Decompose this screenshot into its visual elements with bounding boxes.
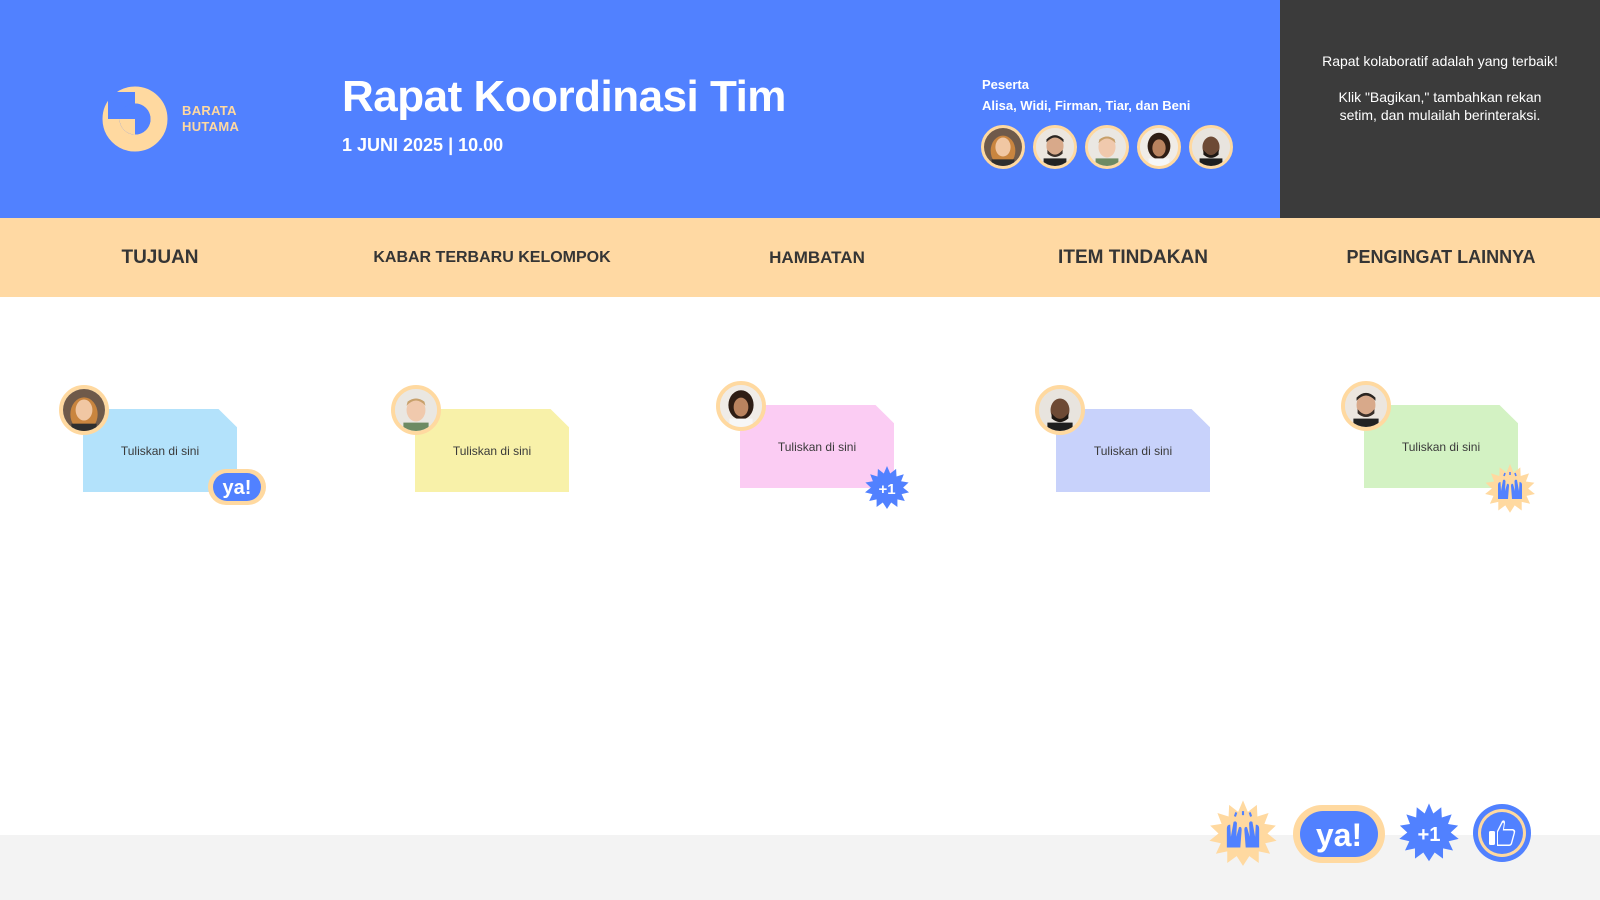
avatar-beni[interactable] (1189, 125, 1233, 169)
plus-one-sticker-label: +1 (878, 481, 895, 498)
participants-names: Alisa, Widi, Firman, Tiar, dan Beni (982, 98, 1191, 113)
note-author-avatar (1341, 381, 1391, 431)
company-logo-icon (102, 86, 168, 152)
header-banner: BARATA HUTAMA Rapat Koordinasi Tim 1 JUN… (0, 0, 1280, 218)
instructions-panel: Rapat kolaboratif adalah yang terbaik! K… (1280, 0, 1600, 218)
plus-one-sticker-icon[interactable]: +1 (1398, 802, 1460, 864)
ya-sticker-icon[interactable]: ya! (207, 468, 267, 506)
sticky-note-text[interactable]: Tuliskan di sini (415, 444, 569, 458)
category-tujuan[interactable]: TUJUAN (121, 218, 198, 297)
category-hambatan[interactable]: HAMBATAN (769, 218, 865, 297)
brand-name-line2: HUTAMA (182, 119, 240, 134)
avatar-firman[interactable] (1085, 125, 1129, 169)
raised-hands-sticker-icon[interactable] (1208, 799, 1278, 869)
avatar-tiar[interactable] (1137, 125, 1181, 169)
participants-label: Peserta (982, 77, 1029, 92)
note-author-avatar (716, 381, 766, 431)
sticky-note-text[interactable]: Tuliskan di sini (740, 440, 894, 454)
avatar-alisa[interactable] (981, 125, 1025, 169)
ya-sticker-label: ya! (223, 477, 252, 499)
whiteboard-canvas: BARATA HUTAMA Rapat Koordinasi Tim 1 JUN… (0, 0, 1600, 900)
ya-sticker-label: ya! (1316, 817, 1362, 853)
category-pengingat-lainnya[interactable]: PENGINGAT LAINNYA (1346, 218, 1535, 297)
plus-one-sticker-label: +1 (1417, 824, 1440, 846)
category-item-tindakan[interactable]: ITEM TINDAKAN (1058, 218, 1208, 297)
note-author-avatar (391, 385, 441, 435)
category-kabar-terbaru[interactable]: KABAR TERBARU KELOMPOK (373, 218, 610, 297)
instructions-line2: Klik "Bagikan," tambahkan rekan setim, d… (1338, 89, 1542, 123)
sticky-note-text[interactable]: Tuliskan di sini (83, 444, 237, 458)
brand-name-line1: BARATA (182, 103, 237, 118)
sticky-note-text[interactable]: Tuliskan di sini (1056, 444, 1210, 458)
thumbs-up-sticker-icon[interactable] (1472, 803, 1532, 863)
meeting-date[interactable]: 1 JUNI 2025 | 10.00 (342, 135, 503, 156)
sticky-note-text[interactable]: Tuliskan di sini (1364, 440, 1518, 454)
note-author-avatar (59, 385, 109, 435)
note-author-avatar (1035, 385, 1085, 435)
avatar-widi[interactable] (1033, 125, 1077, 169)
raised-hands-sticker-icon[interactable] (1484, 463, 1536, 515)
ya-sticker-icon[interactable]: ya! (1292, 804, 1386, 864)
brand-name: BARATA HUTAMA (182, 103, 239, 135)
page-title[interactable]: Rapat Koordinasi Tim (342, 72, 786, 122)
instructions-line1: Rapat kolaboratif adalah yang terbaik! (1322, 53, 1558, 69)
participant-avatars (981, 125, 1233, 169)
category-bar: TUJUAN KABAR TERBARU KELOMPOK HAMBATAN I… (0, 218, 1600, 297)
plus-one-sticker-icon[interactable]: +1 (864, 465, 910, 511)
